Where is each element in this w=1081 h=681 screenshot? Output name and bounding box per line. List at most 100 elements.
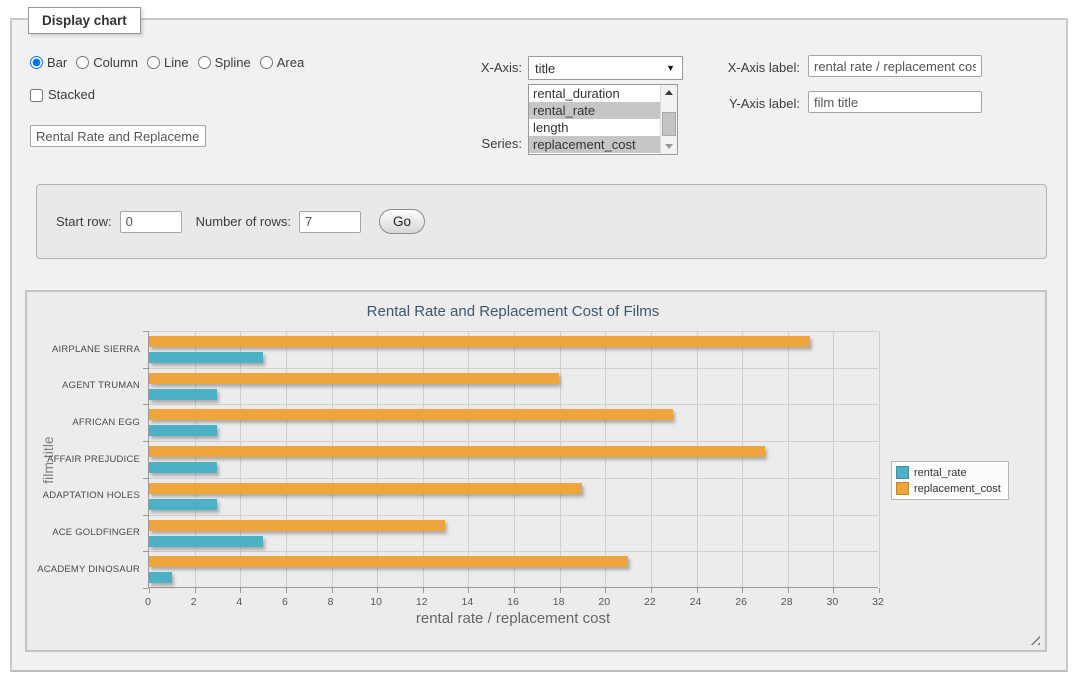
x-axis-tick (742, 588, 743, 593)
gridline-horizontal (149, 515, 878, 516)
x-axis-tick (697, 588, 698, 593)
category-label: AFFAIR PREJUDICE (27, 454, 140, 466)
chart-type-label: Bar (47, 55, 67, 70)
x-tick-label: 22 (630, 596, 670, 608)
gridline-vertical (879, 331, 880, 587)
chart-type-label: Column (93, 55, 138, 70)
chart-type-radio-column[interactable] (76, 56, 89, 69)
y-axis-tick (143, 478, 148, 479)
stacked-checkbox[interactable] (30, 89, 43, 102)
category-label: AGENT TRUMAN (27, 380, 140, 392)
category-label: ACE GOLDFINGER (27, 527, 140, 539)
bar-rental_rate (149, 425, 217, 436)
bar-replacement_cost (149, 520, 445, 531)
plot-area (148, 331, 878, 588)
bar-rental_rate (149, 499, 217, 510)
start-row-label: Start row: (56, 214, 112, 230)
x-axis-tick (833, 588, 834, 593)
gridline-vertical (560, 331, 561, 587)
resize-handle-icon[interactable] (1029, 634, 1040, 645)
go-button[interactable]: Go (379, 209, 425, 234)
legend-item-replacement_cost[interactable]: replacement_cost (896, 482, 1001, 495)
y-axis-tick (143, 368, 148, 369)
chart-type-label: Area (277, 55, 304, 70)
x-axis-select[interactable]: title ▼ (528, 56, 683, 80)
series-option-length[interactable]: length (529, 119, 660, 136)
x-axis-title: rental rate / replacement cost (148, 610, 878, 627)
chart-type-line[interactable]: Line (147, 55, 189, 70)
chart-type-column[interactable]: Column (76, 55, 138, 70)
y-axis-label-label: Y-Axis label: (700, 96, 800, 112)
x-axis-tick (240, 588, 241, 593)
x-axis-tick (195, 588, 196, 593)
chart-type-bar[interactable]: Bar (30, 55, 67, 70)
x-axis-tick (468, 588, 469, 593)
x-tick-label: 4 (219, 596, 259, 608)
series-option-replacement_cost[interactable]: replacement_cost (529, 136, 660, 153)
x-axis-tick (514, 588, 515, 593)
x-axis-tick (332, 588, 333, 593)
gridline-horizontal (149, 551, 878, 552)
chart-type-radio-line[interactable] (147, 56, 160, 69)
gridline-vertical (651, 331, 652, 587)
y-axis-tick (143, 515, 148, 516)
chart-type-radio-area[interactable] (260, 56, 273, 69)
num-rows-input[interactable] (299, 211, 361, 233)
gridline-vertical (742, 331, 743, 587)
chart-type-radio-spline[interactable] (198, 56, 211, 69)
start-row-input[interactable] (120, 211, 182, 233)
chart-type-label: Spline (215, 55, 251, 70)
y-axis-tick (143, 404, 148, 405)
series-option-rental_duration[interactable]: rental_duration (529, 85, 660, 102)
bar-rental_rate (149, 572, 172, 583)
x-tick-label: 28 (767, 596, 807, 608)
series-option-rental_rate[interactable]: rental_rate (529, 102, 660, 119)
stacked-label: Stacked (48, 87, 95, 103)
x-tick-label: 12 (402, 596, 442, 608)
bar-rental_rate (149, 389, 217, 400)
y-axis-label-input[interactable] (808, 91, 982, 113)
chart-type-radio-bar[interactable] (30, 56, 43, 69)
x-axis-select-label: X-Axis: (440, 60, 522, 76)
x-axis-label-input[interactable] (808, 55, 982, 77)
gridline-horizontal (149, 404, 878, 405)
y-axis-tick (143, 551, 148, 552)
x-tick-label: 14 (447, 596, 487, 608)
series-scrollbar[interactable] (660, 85, 677, 154)
scroll-up-icon[interactable] (661, 85, 677, 100)
legend-label: rental_rate (914, 467, 967, 479)
x-tick-label: 18 (539, 596, 579, 608)
y-axis-tick (143, 588, 148, 589)
chart-panel: Rental Rate and Replacement Cost of Film… (25, 290, 1047, 652)
gridline-vertical (377, 331, 378, 587)
series-label: Series: (440, 136, 522, 152)
page: Display chart Bar Column Line Spline Area St… (0, 0, 1081, 681)
legend-item-rental_rate[interactable]: rental_rate (896, 466, 1001, 479)
x-tick-label: 6 (265, 596, 305, 608)
bar-replacement_cost (149, 409, 673, 420)
x-tick-label: 26 (721, 596, 761, 608)
gridline-vertical (605, 331, 606, 587)
chart-type-area[interactable]: Area (260, 55, 304, 70)
x-tick-label: 20 (584, 596, 624, 608)
chart-title-input[interactable] (30, 125, 206, 147)
gridline-vertical (286, 331, 287, 587)
stacked-checkbox-row[interactable]: Stacked (30, 87, 95, 103)
x-tick-label: 8 (311, 596, 351, 608)
chart-legend: rental_rate replacement_cost (891, 461, 1009, 500)
chart-type-spline[interactable]: Spline (198, 55, 251, 70)
panel-title: Display chart (42, 13, 127, 28)
x-tick-label: 0 (128, 596, 168, 608)
bar-replacement_cost (149, 446, 765, 457)
x-axis-tick (286, 588, 287, 593)
gridline-vertical (514, 331, 515, 587)
series-listbox[interactable]: rental_durationrental_ratelengthreplacem… (528, 84, 678, 155)
x-tick-label: 24 (676, 596, 716, 608)
x-axis-tick (149, 588, 150, 593)
bar-rental_rate (149, 462, 217, 473)
scrollbar-thumb[interactable] (662, 112, 676, 136)
x-tick-label: 2 (174, 596, 214, 608)
series-options: rental_durationrental_ratelengthreplacem… (529, 85, 660, 154)
x-axis-tick (605, 588, 606, 593)
scroll-down-icon[interactable] (661, 139, 677, 154)
